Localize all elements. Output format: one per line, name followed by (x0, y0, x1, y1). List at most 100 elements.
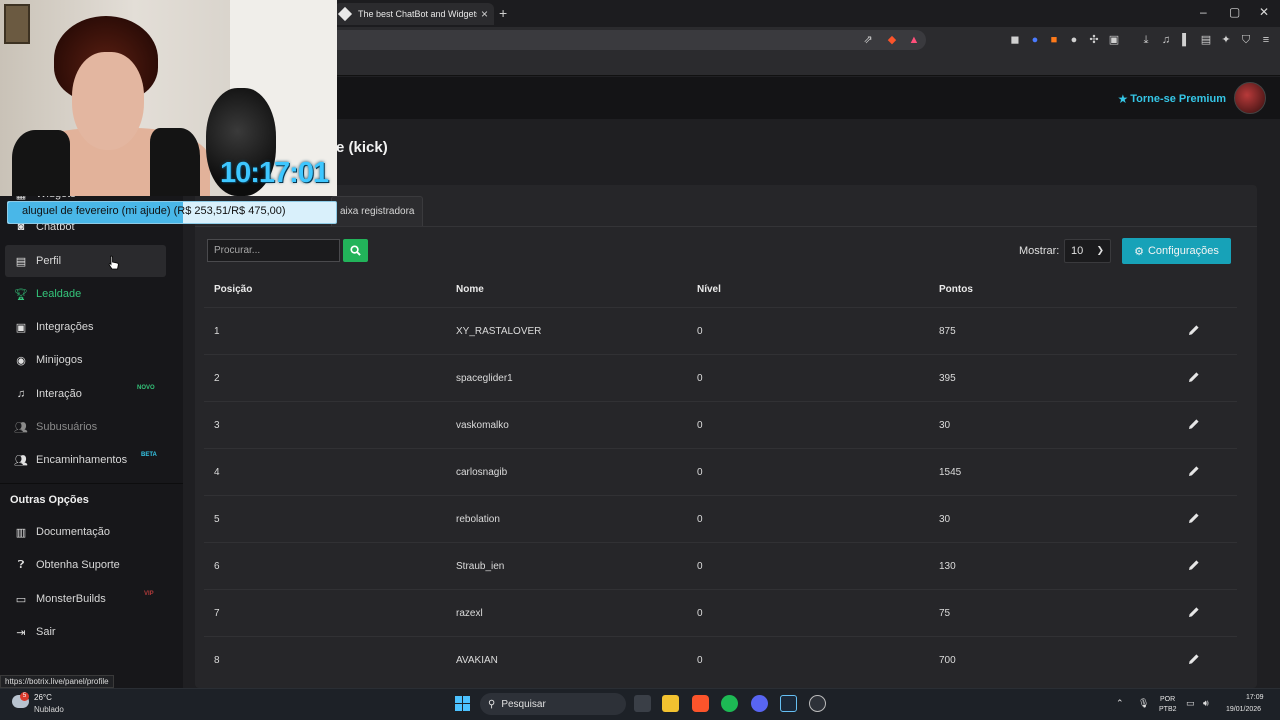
page-title: e (kick) (336, 139, 388, 156)
leo-ai-icon[interactable]: ✦ (1219, 33, 1233, 47)
premium-link[interactable]: ★ Torne-se Premium (1117, 92, 1226, 106)
share-icon[interactable]: ⇗ (861, 33, 875, 47)
search-button[interactable] (343, 239, 368, 262)
search-input[interactable] (207, 239, 340, 262)
settings-button[interactable]: ⚙ Configurações (1122, 238, 1231, 264)
volume-icon[interactable]: 🔊︎ (1203, 698, 1209, 709)
extension-icon-3[interactable]: ■ (1047, 33, 1061, 47)
cell-name: spaceglider1 (456, 373, 513, 384)
tray-overflow-icon[interactable]: ⌃ (1116, 698, 1124, 709)
site-favicon-icon (337, 6, 353, 22)
sidebar-item-documentacao[interactable]: ▥ Documentação (5, 516, 166, 548)
sidebar-item-suporte[interactable]: ❓︎ Obtenha Suporte (5, 549, 166, 581)
clock-date[interactable]: 19/01/2026 (1226, 706, 1261, 713)
table-row: 2 spaceglider1 0 395 (204, 354, 1237, 401)
brave-browser-icon[interactable] (692, 695, 709, 712)
microphone-tray-icon[interactable]: 🎙︎ (1138, 698, 1149, 709)
column-header-pontos[interactable]: Pontos (939, 284, 973, 295)
column-header-nivel[interactable]: Nível (697, 284, 721, 295)
cell-name: Straub_ien (456, 561, 505, 572)
sidebar-item-lealdade[interactable]: 🏆︎ Lealdade (5, 278, 166, 310)
tab-title: The best ChatBot and Widgets f (358, 9, 477, 19)
discord-icon[interactable] (751, 695, 768, 712)
spotify-icon[interactable] (721, 695, 738, 712)
clock-time[interactable]: 17:09 (1246, 694, 1264, 701)
puzzle-icon[interactable]: ✣ (1087, 33, 1101, 47)
column-header-posicao[interactable]: Posição (214, 284, 252, 295)
search-icon (350, 245, 361, 256)
gamepad-icon: ◉ (16, 354, 26, 367)
user-avatar[interactable] (1234, 82, 1266, 114)
cell-name: carlosnagib (456, 467, 508, 478)
sidebar-item-perfil[interactable]: ▤ Perfil (5, 245, 166, 277)
task-view-icon[interactable] (634, 695, 651, 712)
pencil-icon[interactable] (1188, 653, 1200, 665)
file-explorer-icon[interactable] (662, 695, 679, 712)
keyboard-layout[interactable]: PTB2 (1159, 706, 1177, 713)
sidebar-item-monsterbuilds[interactable]: ▭ MonsterBuilds (5, 583, 166, 615)
sidebar-item-label: Interação (36, 388, 82, 400)
cell-points: 395 (939, 373, 956, 384)
taskbar-search[interactable]: ⚲ Pesquisar (480, 693, 626, 715)
media-icon[interactable]: ♫ (1159, 33, 1173, 47)
sidebar-toggle-icon[interactable]: ▌ (1179, 33, 1193, 47)
wallet-icon[interactable]: ▤ (1199, 33, 1213, 47)
keyboard-language[interactable]: POR (1160, 696, 1175, 703)
pencil-icon[interactable] (1188, 324, 1200, 336)
brave-rewards-icon[interactable]: ▲ (907, 33, 921, 47)
sidebar-item-encaminhamentos[interactable]: 👥︎ Encaminhamentos (5, 444, 166, 476)
obs-icon[interactable] (809, 695, 826, 712)
book-icon: ▥ (15, 526, 27, 539)
sidebar-item-interacao[interactable]: ♫ Interação (5, 378, 166, 410)
weather-temperature: 26°C (34, 693, 52, 702)
status-bar-link: https://botrix.live/panel/profile (0, 675, 114, 688)
pencil-icon[interactable] (1188, 559, 1200, 571)
tab-caixa-registradora[interactable]: aixa registradora (331, 196, 424, 226)
sidebar-item-label: Encaminhamentos (36, 454, 128, 466)
column-header-nome[interactable]: Nome (456, 284, 484, 295)
pencil-icon[interactable] (1188, 465, 1200, 477)
cell-position: 6 (214, 561, 220, 572)
show-label: Mostrar: (1019, 245, 1060, 257)
pencil-icon[interactable] (1188, 606, 1200, 618)
extension-icon-2[interactable]: ● (1028, 33, 1042, 47)
vpn-shield-icon[interactable]: ⛉ (1239, 33, 1253, 47)
page-size-select[interactable]: 10 ❯ (1064, 239, 1111, 263)
pencil-icon[interactable] (1188, 371, 1200, 383)
cell-position: 2 (214, 373, 220, 384)
sidebar-item-sair[interactable]: ⇥ Sair (5, 616, 166, 648)
sidebar-item-label: MonsterBuilds (36, 593, 106, 605)
sidebar-item-subusuarios[interactable]: 👥︎ Subusuários (5, 411, 166, 443)
sidebar-item-integracoes[interactable]: ▣ Integrações (5, 311, 166, 343)
tab-search-icon[interactable]: ▣ (1107, 33, 1121, 47)
cell-name: razexl (456, 608, 483, 619)
browser-tab[interactable]: The best ChatBot and Widgets f × (334, 3, 494, 25)
cell-level: 0 (697, 373, 703, 384)
windows-start-icon[interactable] (455, 696, 470, 711)
new-tab-button[interactable]: + (499, 5, 507, 21)
tab-close-button[interactable]: × (481, 7, 488, 21)
minimize-button[interactable]: – (1200, 5, 1207, 19)
pencil-icon[interactable] (1188, 418, 1200, 430)
url-field[interactable] (300, 30, 926, 50)
sidebar-item-label: Integrações (36, 321, 94, 333)
brave-shield-icon[interactable]: ◆ (885, 33, 899, 47)
sidebar-item-label: Minijogos (36, 354, 83, 366)
download-icon[interactable]: ⤓ (1139, 33, 1153, 47)
taskbar-search-label: Pesquisar (501, 698, 546, 710)
plug-icon: ▣ (15, 321, 27, 334)
extension-icon-4[interactable]: ● (1067, 33, 1081, 47)
sidebar-item-minijogos[interactable]: ◉ Minijogos (5, 344, 166, 376)
close-window-button[interactable]: ✕ (1259, 5, 1269, 19)
star-icon: ★ (1117, 92, 1129, 106)
network-icon[interactable]: ▭ (1186, 698, 1195, 709)
extension-icon-1[interactable]: ◼ (1008, 33, 1022, 47)
webcam-picture-frame (4, 4, 30, 44)
table-row: 1 XY_RASTALOVER 0 875 (204, 307, 1237, 354)
menu-icon[interactable]: ≡ (1259, 33, 1273, 47)
maximize-button[interactable]: ▢ (1229, 5, 1240, 19)
steam-icon[interactable] (780, 695, 797, 712)
table-row: 5 rebolation 0 30 (204, 495, 1237, 542)
cell-level: 0 (697, 655, 703, 666)
pencil-icon[interactable] (1188, 512, 1200, 524)
